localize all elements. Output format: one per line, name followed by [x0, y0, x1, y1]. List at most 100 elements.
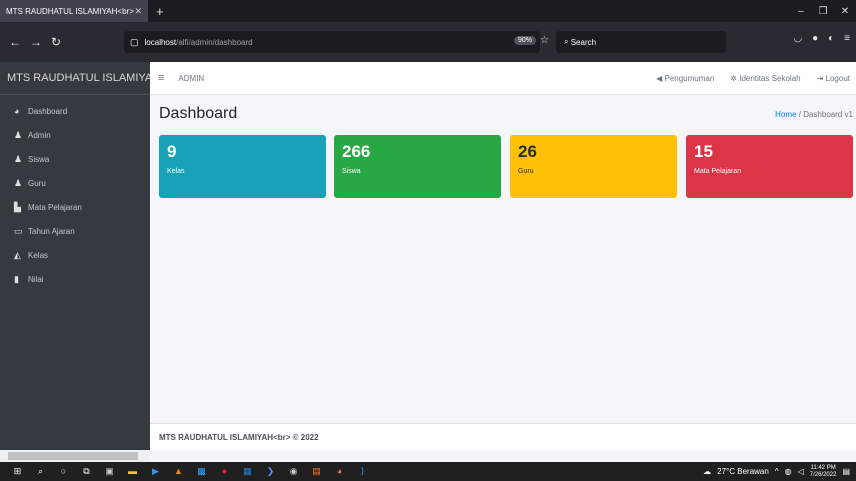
- photoshop-icon[interactable]: ▩: [190, 466, 213, 477]
- menu-icon[interactable]: ≡: [844, 33, 850, 44]
- app-icon[interactable]: ◉: [282, 466, 305, 477]
- stat-box-mata-pelajaran[interactable]: 15 Mata Pelajaran: [686, 135, 853, 198]
- account-icon[interactable]: ●: [812, 33, 818, 44]
- clock[interactable]: 11:42 PM 7/26/2022: [810, 465, 837, 479]
- stat-label: Kelas: [167, 168, 185, 175]
- gear-icon: ✲: [730, 73, 740, 83]
- chevron-up-icon[interactable]: ^: [775, 467, 779, 476]
- hamburger-menu-icon[interactable]: ≡: [158, 72, 164, 84]
- search-icon[interactable]: ⌕: [29, 466, 52, 477]
- sidebar-item-guru[interactable]: ♟ Guru: [0, 171, 150, 195]
- new-tab-icon[interactable]: +: [156, 4, 164, 19]
- task-view-icon[interactable]: ⧉: [75, 466, 98, 477]
- sidebar-item-admin[interactable]: ♟ Admin: [0, 123, 150, 147]
- stat-label: Guru: [518, 168, 534, 175]
- stat-label: Siswa: [342, 168, 361, 175]
- user-icon: ♟: [14, 129, 23, 140]
- zoom-badge[interactable]: 90%: [514, 36, 537, 45]
- opera-icon[interactable]: ●: [213, 466, 236, 477]
- sidebar-item-tahun-ajaran[interactable]: ▭ Tahun Ajaran: [0, 219, 150, 243]
- store-icon[interactable]: ▣: [98, 466, 121, 477]
- system-tray: ☁ 27°C Berawan ^ ◍ ◁ 11:42 PM 7/26/2022 …: [703, 462, 850, 481]
- volume-icon[interactable]: ◁: [798, 467, 804, 476]
- tab-title: MTS RAUDHATUL ISLAMIYAH<br>: [6, 6, 134, 16]
- bookmark-star-icon[interactable]: ☆: [540, 35, 549, 46]
- sidebar-item-label: Dashboard: [28, 106, 68, 116]
- firefox-icon[interactable]: ◕: [328, 466, 351, 477]
- sidebar-item-nilai[interactable]: ▮ Nilai: [0, 267, 150, 291]
- browser-tab-bar: MTS RAUDHATUL ISLAMIYAH<br> ✕ + – ❐ ✕: [0, 0, 856, 22]
- network-icon[interactable]: ◍: [785, 467, 792, 476]
- breadcrumb-home[interactable]: Home: [775, 110, 796, 119]
- sidebar-item-label: Guru: [28, 178, 46, 188]
- page-info-icon[interactable]: ▢: [130, 37, 139, 48]
- user-label: ADMIN: [178, 73, 205, 83]
- reload-icon[interactable]: ↻: [51, 35, 61, 49]
- page-footer: MTS RAUDHATUL ISLAMIYAH<br> © 2022: [150, 423, 856, 450]
- windows-start-icon[interactable]: ⊞: [6, 466, 29, 477]
- word-icon[interactable]: ▦: [236, 466, 259, 477]
- sidebar-item-label: Nilai: [28, 274, 44, 284]
- sidebar-item-dashboard[interactable]: ◕ Dashboard: [0, 99, 150, 123]
- clock-date: 7/26/2022: [809, 471, 837, 478]
- media-player-icon[interactable]: ▶: [144, 466, 167, 477]
- pengumuman-link[interactable]: ◀ Pengumuman: [656, 74, 714, 83]
- logout-link[interactable]: ⇥ Logout: [817, 74, 850, 83]
- cortana-icon[interactable]: ○: [52, 466, 75, 477]
- sidebar-item-label: Kelas: [28, 250, 49, 260]
- vscode-icon[interactable]: ⟩: [351, 466, 374, 477]
- powershell-icon[interactable]: ❯: [259, 466, 282, 477]
- minimize-icon[interactable]: –: [790, 6, 812, 17]
- breadcrumb: Home / Dashboard v1: [775, 110, 853, 119]
- main-content: Dashboard Home / Dashboard v1 9 Kelas 26…: [150, 95, 856, 423]
- sidebar-scrollbar[interactable]: [0, 450, 150, 462]
- file-explorer-icon[interactable]: ▬: [121, 466, 144, 477]
- sidebar-item-mata-pelajaran[interactable]: ▙ Mata Pelajaran: [0, 195, 150, 219]
- top-navbar: ≡ ADMIN ◀ Pengumuman ✲ Identitas Sekolah…: [150, 62, 856, 95]
- sidebar-item-siswa[interactable]: ♟ Siswa: [0, 147, 150, 171]
- vlc-icon[interactable]: ▲: [167, 466, 190, 477]
- extension-icon[interactable]: ◐: [828, 33, 834, 44]
- close-window-icon[interactable]: ✕: [834, 6, 856, 17]
- weather-text[interactable]: 27°C Berawan: [717, 467, 769, 476]
- identitas-sekolah-link[interactable]: ✲ Identitas Sekolah: [730, 74, 800, 83]
- page-title: Dashboard: [159, 105, 238, 122]
- sidebar: MTS RAUDHATUL ISLAMIYAH ◕ Dashboard ♟ Admi…: [0, 62, 150, 450]
- browser-search-input[interactable]: ⌕ Search: [556, 31, 726, 53]
- url-bar[interactable]: ▢ localhost/alfi/admin/dashboard: [124, 31, 540, 53]
- scrollbar-thumb[interactable]: [8, 452, 138, 460]
- window-controls: – ❐ ✕: [790, 0, 856, 22]
- footer-text: MTS RAUDHATUL ISLAMIYAH<br> © 2022: [159, 432, 319, 442]
- brand-link[interactable]: MTS RAUDHATUL ISLAMIYAH: [0, 62, 150, 95]
- top-nav-links: ◀ Pengumuman ✲ Identitas Sekolah ⇥ Logou…: [656, 74, 850, 83]
- logout-icon: ⇥: [816, 73, 826, 83]
- url-path: /alfi/admin/dashboard: [176, 37, 253, 47]
- close-tab-icon[interactable]: ✕: [134, 6, 142, 17]
- sidebar-item-kelas[interactable]: ◭ Kelas: [0, 243, 150, 267]
- maximize-icon[interactable]: ❐: [812, 6, 834, 17]
- url-host: localhost: [144, 37, 177, 47]
- sidebar-item-label: Mata Pelajaran: [28, 202, 82, 212]
- breadcrumb-current: Dashboard v1: [803, 110, 853, 119]
- book-icon: ▙: [14, 201, 21, 212]
- stat-value: 9: [167, 142, 177, 161]
- notifications-icon[interactable]: ▤: [842, 467, 850, 476]
- stat-box-guru[interactable]: 26 Guru: [510, 135, 677, 198]
- stat-value: 15: [694, 142, 713, 161]
- weather-icon: ☁: [703, 467, 712, 476]
- browser-nav-bar: ← → ↻ ▢ localhost/alfi/admin/dashboard 9…: [0, 22, 856, 62]
- pocket-icon[interactable]: ◡: [793, 33, 802, 44]
- taskbar-icons: ⊞ ⌕ ○ ⧉ ▣ ▬ ▶ ▲ ▩ ● ▦ ❯ ◉ ▤ ◕ ⟩: [6, 466, 374, 477]
- chalkboard-icon: ◭: [14, 249, 21, 260]
- clock-time: 11:42 PM: [810, 464, 836, 471]
- stat-box-siswa[interactable]: 266 Siswa: [334, 135, 501, 198]
- file-icon: ▮: [14, 273, 19, 284]
- browser-tab[interactable]: MTS RAUDHATUL ISLAMIYAH<br> ✕: [0, 0, 148, 22]
- tachometer-icon: ◕: [14, 106, 20, 116]
- stat-label: Mata Pelajaran: [694, 168, 742, 175]
- back-icon[interactable]: ←: [9, 35, 21, 49]
- xampp-icon[interactable]: ▤: [305, 466, 328, 477]
- forward-icon[interactable]: →: [30, 35, 42, 49]
- sidebar-item-label: Siswa: [28, 154, 50, 164]
- stat-box-kelas[interactable]: 9 Kelas: [159, 135, 326, 198]
